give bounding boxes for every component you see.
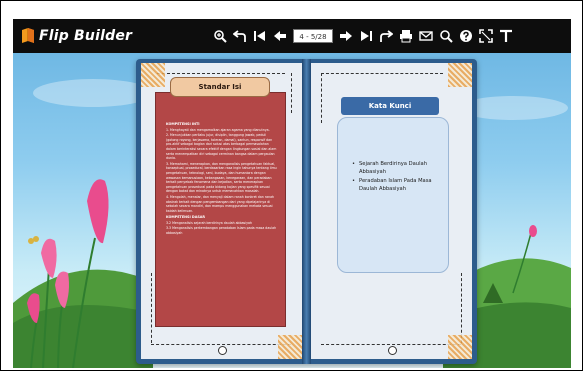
left-page[interactable]: KOMPETENSI INTI 1. Menghayati dan mengam…: [141, 63, 302, 359]
page-border-bottom: [321, 344, 461, 345]
list-item: Peradaban Islam Pada Masa Daulah Abbasiy…: [352, 177, 444, 193]
print-icon[interactable]: [399, 29, 413, 43]
standar-isi-text: KOMPETENSI INTI 1. Menghayati dan mengam…: [166, 120, 279, 237]
search-icon[interactable]: [439, 29, 453, 43]
help-icon[interactable]: [459, 29, 473, 43]
flip-builder-logo-icon: [22, 28, 34, 43]
right-page[interactable]: Sejarah Berdirinya Daulah Abbasiyah Pera…: [311, 63, 472, 359]
butterfly-icon: [28, 236, 39, 244]
page-border-right: [461, 273, 462, 343]
page-border-top: [157, 73, 285, 74]
corner-decoration: [278, 335, 302, 359]
standar-isi-panel: KOMPETENSI INTI 1. Menghayati dan mengam…: [155, 92, 286, 327]
page-input[interactable]: 4 - 5/28: [293, 29, 333, 43]
page-number-icon: [388, 346, 397, 355]
text-icon[interactable]: [499, 29, 513, 43]
toolbar: Flip Builder 4 - 5/28: [13, 19, 571, 53]
section-item: 4. Mengolah, menalar, dan menyaji dalam …: [166, 194, 275, 213]
flipbook[interactable]: KOMPETENSI INTI 1. Menghayati dan mengam…: [136, 59, 477, 364]
email-icon[interactable]: [419, 29, 433, 43]
app-title: Flip Builder: [39, 28, 133, 44]
section-item: 2. Menunjukkan perilaku jujur, disiplin,…: [166, 133, 277, 161]
toolbar-controls: 4 - 5/28: [213, 26, 513, 46]
next-page-icon[interactable]: [339, 29, 353, 43]
page-border-left: [151, 273, 152, 343]
corner-decoration: [141, 63, 165, 87]
book-spine: [302, 59, 311, 364]
section-heading: KOMPETENSI INTI: [166, 122, 200, 126]
page-border-left: [321, 73, 322, 123]
page-border-top: [321, 73, 443, 74]
section-heading: KOMPETENSI DASAR: [166, 215, 205, 220]
fullscreen-icon[interactable]: [479, 29, 493, 43]
standar-isi-title: Standar Isi: [170, 77, 270, 97]
previous-page-icon[interactable]: [273, 29, 287, 43]
kata-kunci-list: Sejarah Berdirinya Daulah Abbasiyah Pera…: [352, 160, 444, 194]
book-stage: KOMPETENSI INTI 1. Menghayati dan mengam…: [13, 53, 571, 368]
kata-kunci-card: Sejarah Berdirinya Daulah Abbasiyah Pera…: [337, 117, 449, 273]
section-item: 3.3 Menganalisis perkembangan peradaban …: [166, 226, 277, 236]
page-border-bottom: [151, 344, 291, 345]
last-page-icon[interactable]: [359, 29, 373, 43]
list-item: Sejarah Berdirinya Daulah Abbasiyah: [352, 160, 444, 176]
flip-builder-window: Flip Builder 4 - 5/28 KOMPETENSI INTI 1.…: [0, 0, 583, 371]
page-border-right: [291, 73, 292, 113]
section-item: 3. Memahami, menerapkan, dan menganalisi…: [166, 161, 277, 194]
back-icon[interactable]: [233, 29, 247, 43]
section-item: 3.2 Menganalisis sejarah berdirinya daul…: [166, 220, 252, 225]
kata-kunci-title: Kata Kunci: [341, 97, 439, 115]
corner-decoration: [448, 335, 472, 359]
page-number-icon: [218, 346, 227, 355]
first-page-icon[interactable]: [253, 29, 267, 43]
forward-icon[interactable]: [379, 29, 393, 43]
corner-decoration: [448, 63, 472, 87]
zoom-in-icon[interactable]: [213, 29, 227, 43]
section-item: 1. Menghayati dan mengamalkan ajaran aga…: [166, 127, 270, 132]
